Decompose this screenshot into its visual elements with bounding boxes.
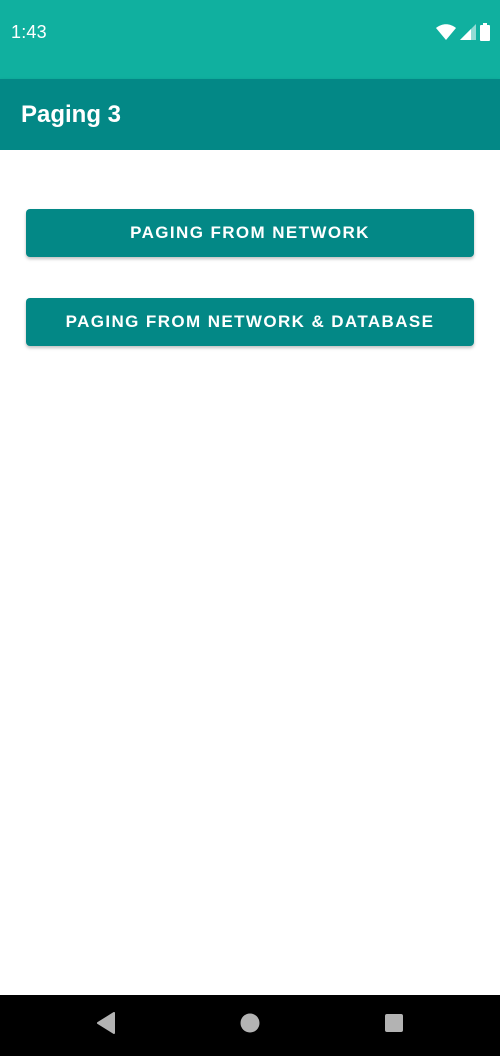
status-icons bbox=[436, 22, 490, 42]
paging-from-network-database-button[interactable]: PAGING FROM NETWORK & DATABASE bbox=[26, 298, 474, 346]
app-bar: Paging 3 bbox=[0, 79, 500, 150]
main-content: PAGING FROM NETWORK PAGING FROM NETWORK … bbox=[0, 150, 500, 995]
cell-signal-icon bbox=[460, 24, 476, 40]
home-button[interactable] bbox=[210, 995, 290, 1056]
status-bar: 1:43 bbox=[0, 0, 500, 79]
battery-icon bbox=[480, 23, 490, 41]
back-button[interactable] bbox=[66, 995, 146, 1056]
wifi-icon bbox=[436, 24, 456, 40]
status-time: 1:43 bbox=[11, 22, 47, 42]
page-title: Paging 3 bbox=[21, 101, 122, 128]
home-icon bbox=[239, 1012, 261, 1039]
recents-icon bbox=[384, 1013, 404, 1038]
paging-from-network-button[interactable]: PAGING FROM NETWORK bbox=[26, 209, 474, 257]
back-icon bbox=[96, 1012, 116, 1039]
recents-button[interactable] bbox=[354, 995, 434, 1056]
navigation-bar bbox=[0, 995, 500, 1056]
